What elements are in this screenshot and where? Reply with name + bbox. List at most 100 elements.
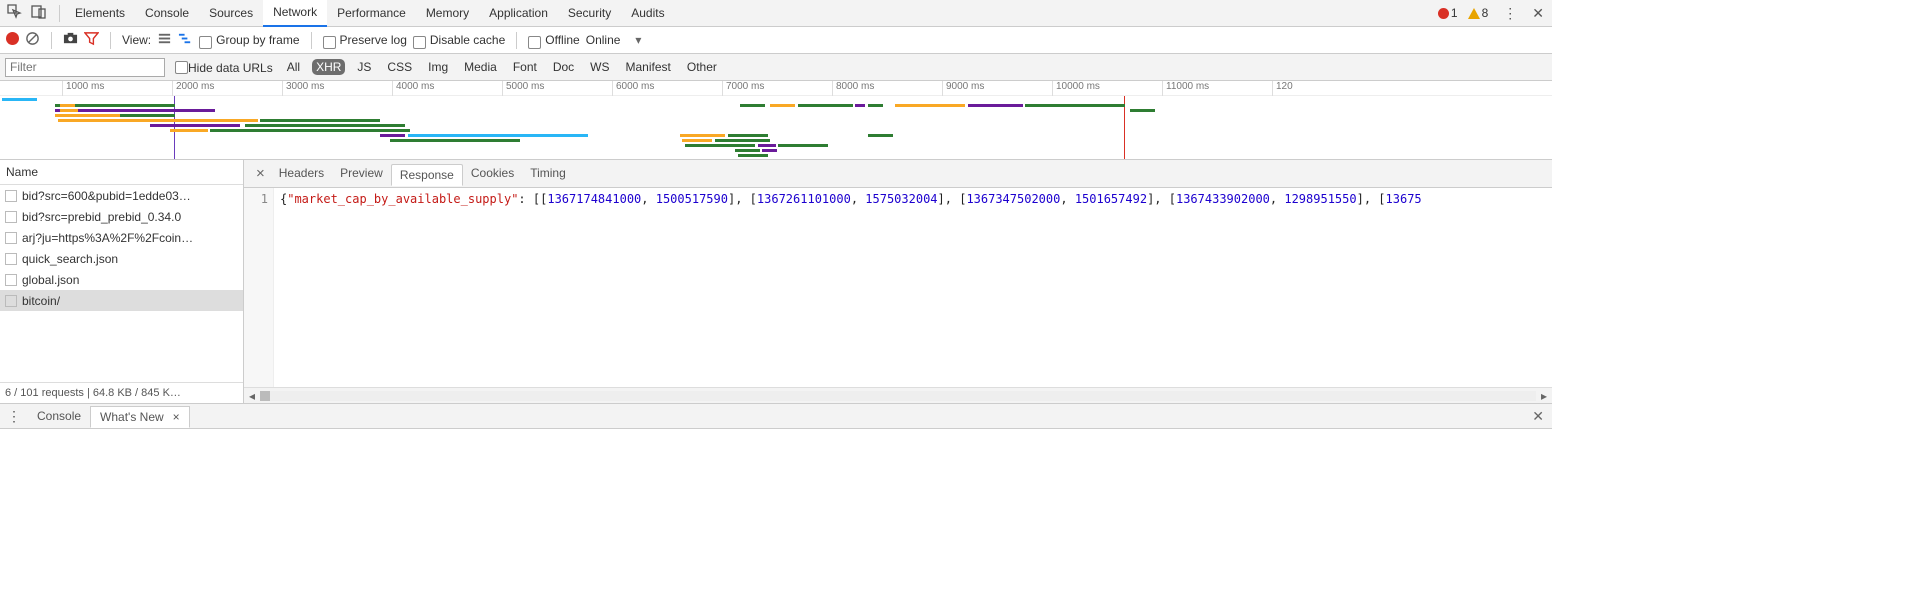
request-list-header[interactable]: Name (0, 160, 243, 185)
view-label: View: (122, 33, 151, 47)
hide-data-urls-checkbox[interactable]: Hide data URLs (175, 59, 273, 75)
timeline-tick: 11000 ms (1162, 81, 1209, 96)
close-devtools-icon[interactable]: ✕ (1524, 5, 1552, 22)
filter-type-css[interactable]: CSS (383, 59, 416, 75)
offline-checkbox[interactable]: Offline (528, 33, 579, 47)
filter-type-all[interactable]: All (283, 59, 304, 75)
file-icon (5, 211, 17, 223)
filter-type-doc[interactable]: Doc (549, 59, 578, 75)
timeline-tick: 1000 ms (62, 81, 104, 96)
request-detail-pane: × HeadersPreviewResponseCookiesTiming 1 … (244, 160, 1552, 403)
tab-performance[interactable]: Performance (327, 0, 416, 27)
group-by-frame-checkbox[interactable]: Group by frame (199, 33, 299, 47)
drawer-tab-what-s-new[interactable]: What's New× (90, 406, 190, 428)
timeline-tick: 9000 ms (942, 81, 984, 96)
close-detail-icon[interactable]: × (250, 165, 271, 182)
timeline-tick: 8000 ms (832, 81, 874, 96)
error-count[interactable]: 1 (1438, 6, 1458, 20)
request-row[interactable]: bitcoin/ (0, 290, 243, 311)
filter-type-ws[interactable]: WS (586, 59, 613, 75)
request-name: global.json (22, 273, 79, 287)
request-row[interactable]: global.json (0, 269, 243, 290)
response-body[interactable]: 1 {"market_cap_by_available_supply": [[1… (244, 188, 1552, 387)
close-drawer-icon[interactable]: ✕ (1524, 408, 1552, 425)
kebab-menu-icon[interactable]: ⋮ (1496, 5, 1524, 22)
capture-screenshots-icon[interactable] (63, 31, 78, 49)
timeline-tick: 7000 ms (722, 81, 764, 96)
filter-type-media[interactable]: Media (460, 59, 501, 75)
divider (59, 5, 60, 22)
devtools-top-tabbar: ElementsConsoleSourcesNetworkPerformance… (0, 0, 1552, 27)
tab-memory[interactable]: Memory (416, 0, 479, 27)
detail-tab-response[interactable]: Response (391, 164, 463, 186)
timeline-tick: 120 (1272, 81, 1293, 96)
timeline-tick: 3000 ms (282, 81, 324, 96)
large-rows-icon[interactable] (157, 31, 172, 49)
file-icon (5, 274, 17, 286)
clear-button[interactable] (25, 31, 40, 49)
preserve-log-checkbox[interactable]: Preserve log (323, 33, 407, 47)
tab-network[interactable]: Network (263, 0, 327, 27)
filter-type-manifest[interactable]: Manifest (622, 59, 675, 75)
network-midsplit: Name bid?src=600&pubid=1edde03… bid?src=p… (0, 160, 1552, 404)
filter-type-img[interactable]: Img (424, 59, 452, 75)
network-timeline[interactable]: 1000 ms 2000 ms 3000 ms 4000 ms 5000 ms 6000 … (0, 81, 1552, 160)
detail-tab-cookies[interactable]: Cookies (463, 163, 522, 185)
detail-tab-preview[interactable]: Preview (332, 163, 391, 185)
network-toolbar: View: Group by frame Preserve log Disabl… (0, 27, 1552, 54)
tab-security[interactable]: Security (558, 0, 621, 27)
detail-tabbar: × HeadersPreviewResponseCookiesTiming (244, 160, 1552, 188)
close-tab-icon[interactable]: × (173, 410, 180, 424)
filter-input[interactable] (5, 58, 165, 77)
file-icon (5, 295, 17, 307)
waterfall-view-icon[interactable] (178, 31, 193, 49)
horizontal-scrollbar[interactable]: ◂ ▸ (244, 387, 1552, 403)
timeline-tick: 2000 ms (172, 81, 214, 96)
record-button[interactable] (6, 32, 19, 48)
file-icon (5, 190, 17, 202)
warning-count[interactable]: 8 (1468, 6, 1489, 20)
device-toggle-icon[interactable] (31, 4, 47, 23)
file-icon (5, 253, 17, 265)
file-icon (5, 232, 17, 244)
request-name: arj?ju=https%3A%2F%2Fcoin… (22, 231, 193, 245)
request-name: bid?src=prebid_prebid_0.34.0 (22, 210, 181, 224)
request-name: bitcoin/ (22, 294, 60, 308)
tab-elements[interactable]: Elements (65, 0, 135, 27)
filter-toggle-icon[interactable] (84, 31, 99, 49)
tab-audits[interactable]: Audits (621, 0, 674, 27)
chevron-down-icon: ▾ (635, 33, 641, 47)
request-name: quick_search.json (22, 252, 118, 266)
line-number: 1 (261, 192, 268, 206)
tab-console[interactable]: Console (135, 0, 199, 27)
disable-cache-checkbox[interactable]: Disable cache (413, 33, 505, 47)
tab-sources[interactable]: Sources (199, 0, 263, 27)
throttling-select[interactable]: Online▾ (586, 33, 642, 47)
timeline-tick: 4000 ms (392, 81, 434, 96)
drawer-menu-icon[interactable]: ⋮ (0, 408, 28, 425)
scroll-left-arrow-icon[interactable]: ◂ (244, 389, 260, 403)
request-status-bar: 6 / 101 requests | 64.8 KB / 845 K… (0, 382, 243, 403)
request-list-pane: Name bid?src=600&pubid=1edde03… bid?src=p… (0, 160, 244, 403)
request-row[interactable]: arj?ju=https%3A%2F%2Fcoin… (0, 227, 243, 248)
filter-type-js[interactable]: JS (353, 59, 375, 75)
drawer-tabbar: ⋮ ConsoleWhat's New× ✕ (0, 404, 1552, 429)
drawer-body (0, 429, 1552, 491)
detail-tab-headers[interactable]: Headers (271, 163, 332, 185)
inspect-icon[interactable] (7, 4, 23, 23)
timeline-tick: 10000 ms (1052, 81, 1100, 96)
filter-type-xhr[interactable]: XHR (312, 59, 345, 75)
timeline-tick: 6000 ms (612, 81, 654, 96)
request-row[interactable]: quick_search.json (0, 248, 243, 269)
timeline-tick: 5000 ms (502, 81, 544, 96)
request-row[interactable]: bid?src=600&pubid=1edde03… (0, 185, 243, 206)
network-filterbar: Hide data URLs All XHR JS CSS Img Media Font Do… (0, 54, 1552, 81)
filter-type-other[interactable]: Other (683, 59, 721, 75)
filter-type-font[interactable]: Font (509, 59, 541, 75)
scroll-right-arrow-icon[interactable]: ▸ (1536, 389, 1552, 403)
tab-application[interactable]: Application (479, 0, 558, 27)
drawer-tab-console[interactable]: Console (28, 405, 90, 427)
request-row[interactable]: bid?src=prebid_prebid_0.34.0 (0, 206, 243, 227)
detail-tab-timing[interactable]: Timing (522, 163, 574, 185)
request-name: bid?src=600&pubid=1edde03… (22, 189, 191, 203)
